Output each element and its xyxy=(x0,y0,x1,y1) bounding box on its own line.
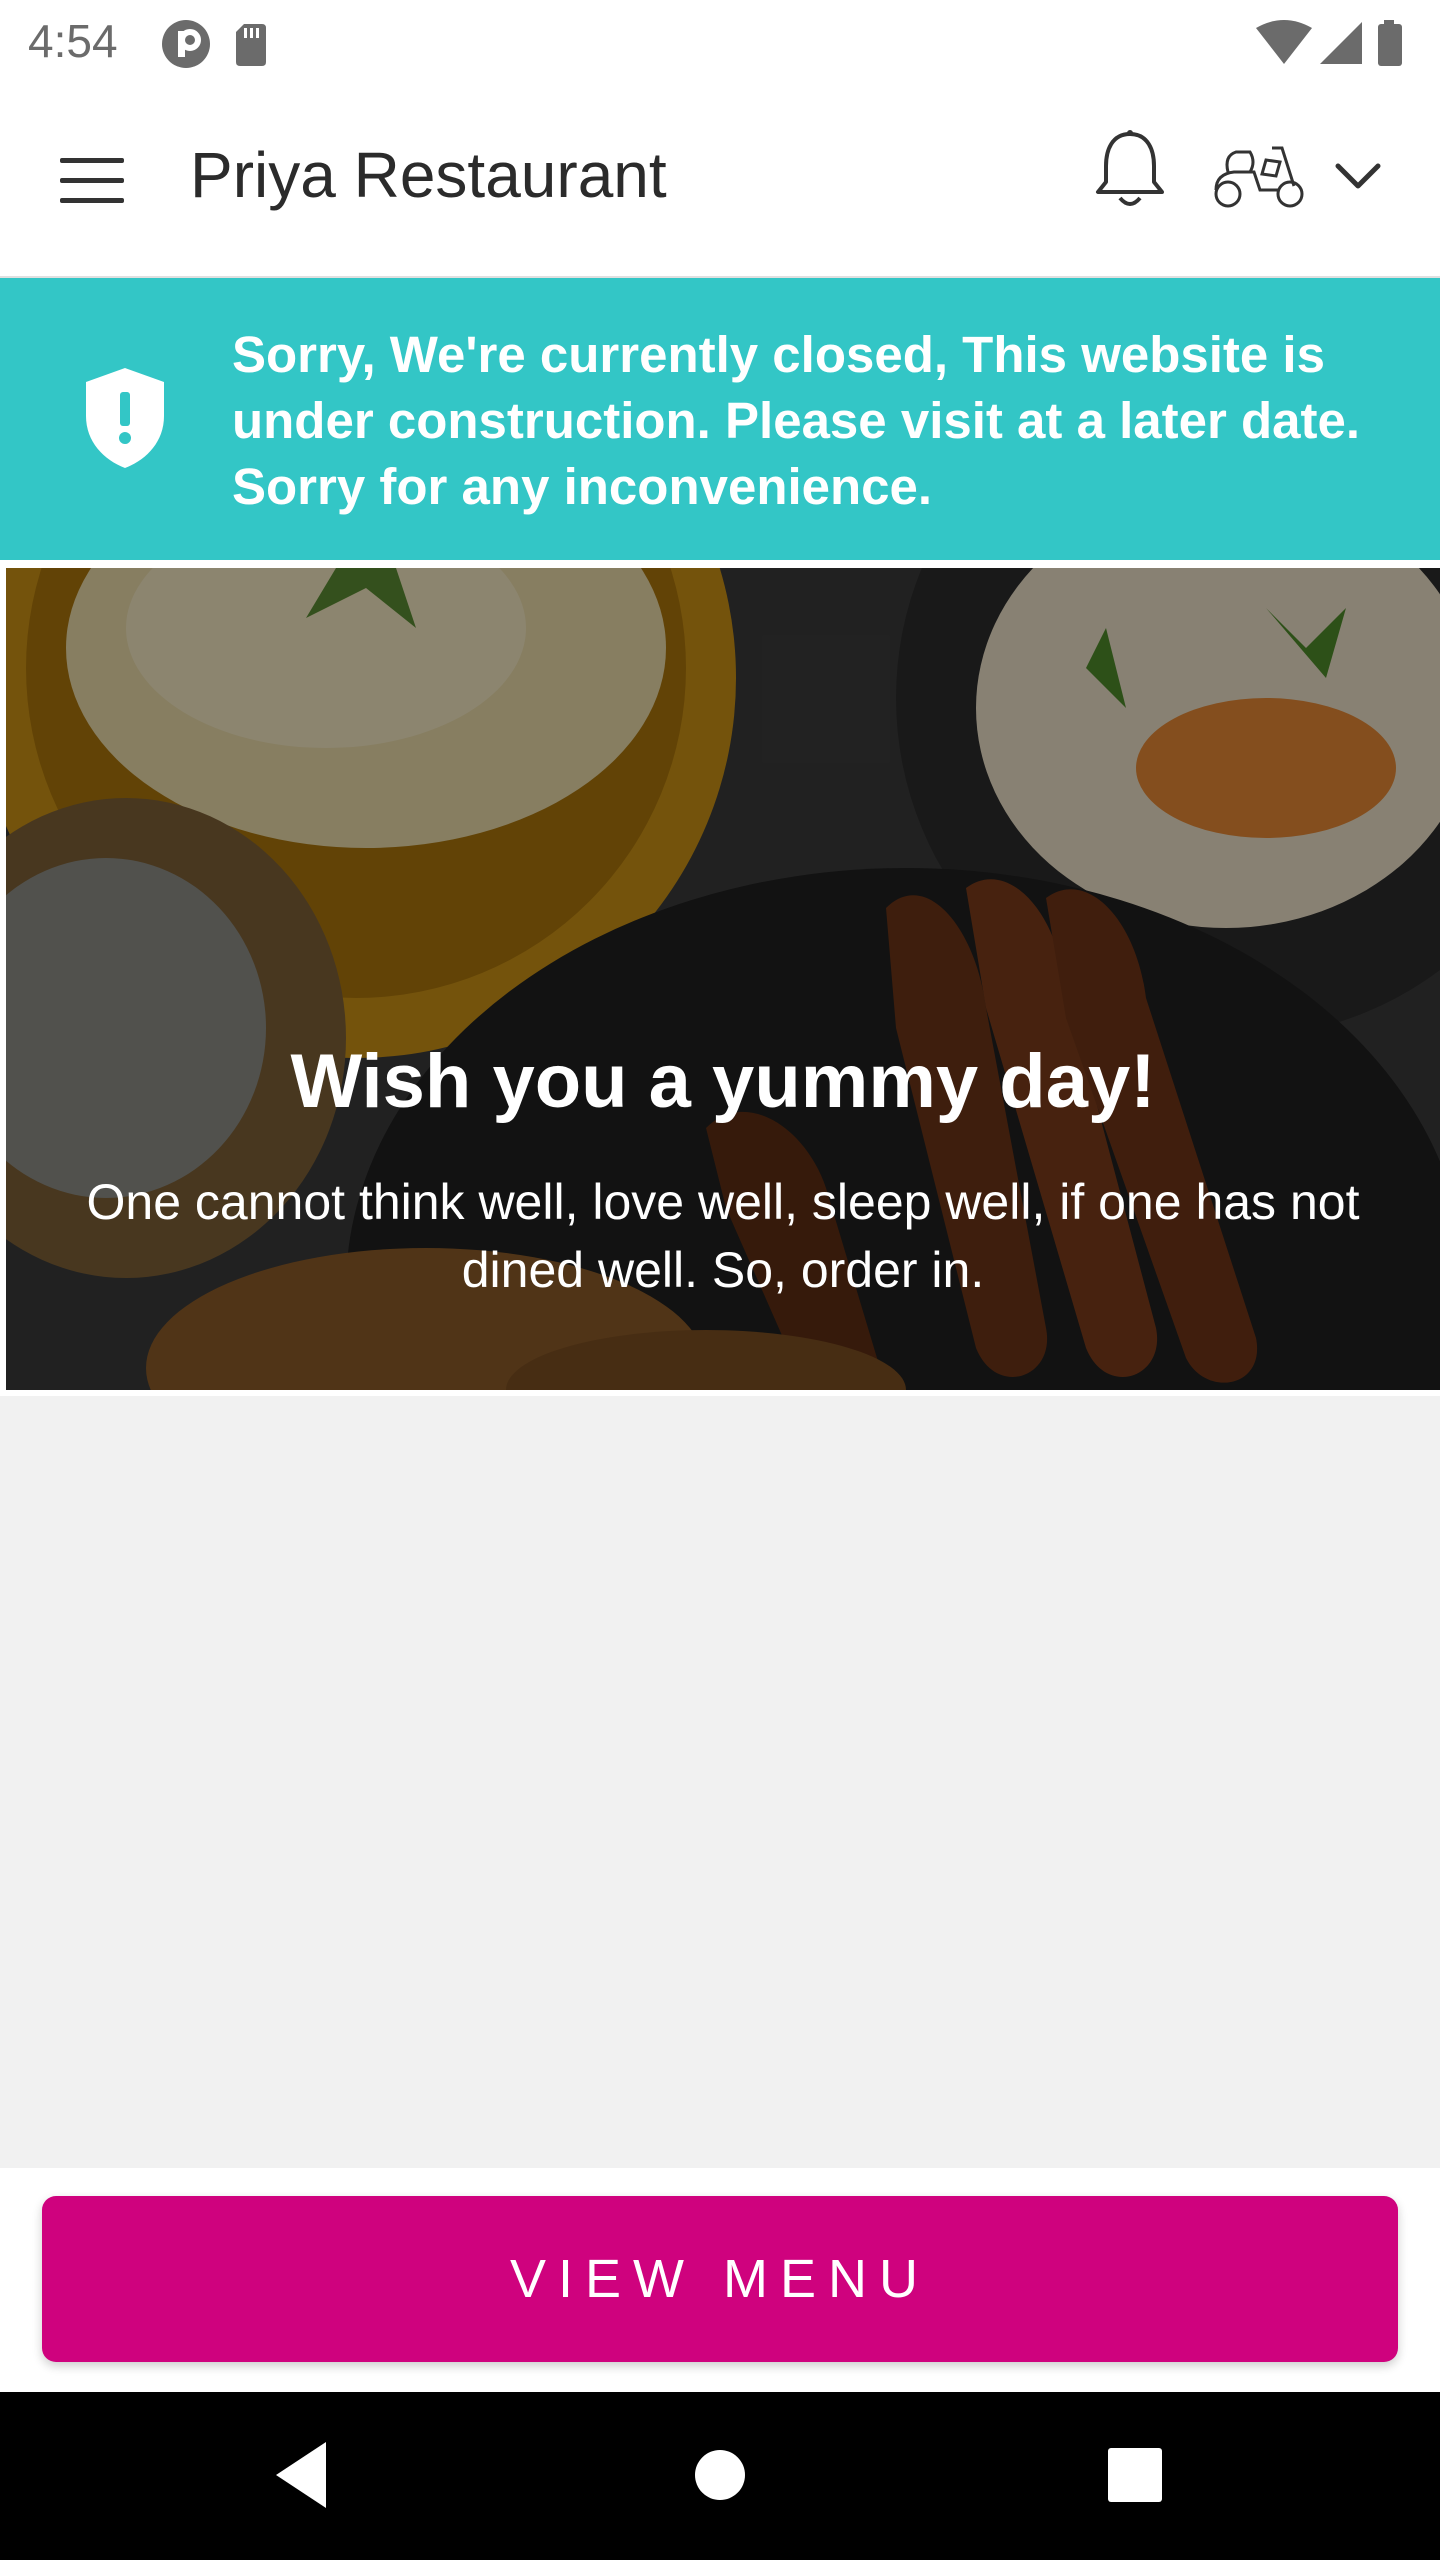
hero-banner: Wish you a yummy day! One cannot think w… xyxy=(6,568,1440,1390)
content-area xyxy=(0,1396,1440,2168)
app-bar: Priya Restaurant xyxy=(0,88,1440,278)
menu-icon[interactable] xyxy=(60,158,124,204)
sd-card-icon xyxy=(236,24,266,66)
status-left-icons xyxy=(160,18,280,70)
p-circle-icon xyxy=(162,20,210,68)
status-time: 4:54 xyxy=(28,15,118,67)
hero-title: Wish you a yummy day! xyxy=(290,1039,1156,1124)
scooter-icon[interactable] xyxy=(1210,140,1310,210)
shield-alert-icon xyxy=(84,366,166,470)
system-nav-bar xyxy=(0,2392,1440,2560)
restaurant-name: Priya Restaurant xyxy=(190,139,667,211)
closed-notice-banner: Sorry, We're currently closed, This webs… xyxy=(0,278,1440,560)
nav-buttons xyxy=(276,2442,1162,2508)
recents-icon xyxy=(1108,2448,1162,2502)
bell-icon[interactable] xyxy=(1092,128,1168,212)
hero-subtitle: One cannot think well, love well, sleep … xyxy=(86,1174,1360,1298)
back-icon xyxy=(276,2442,326,2508)
wifi-icon xyxy=(1256,20,1312,64)
status-system-icons xyxy=(1256,20,1402,66)
view-menu-button[interactable]: VIEW MENU xyxy=(42,2196,1398,2362)
cta-strip: VIEW MENU xyxy=(0,2168,1440,2392)
status-right-icons xyxy=(1254,18,1414,70)
status-notification-icons xyxy=(162,20,266,68)
chevron-down-icon[interactable] xyxy=(1332,154,1384,198)
battery-icon xyxy=(1378,20,1402,66)
status-bar: 4:54 xyxy=(0,0,1440,88)
home-icon xyxy=(695,2450,745,2500)
signal-icon xyxy=(1320,22,1362,64)
screen: 4:54 Priya Restaurant Sorry, We're curre… xyxy=(0,0,1440,2560)
notice-message: Sorry, We're currently closed, This webs… xyxy=(232,326,1361,515)
